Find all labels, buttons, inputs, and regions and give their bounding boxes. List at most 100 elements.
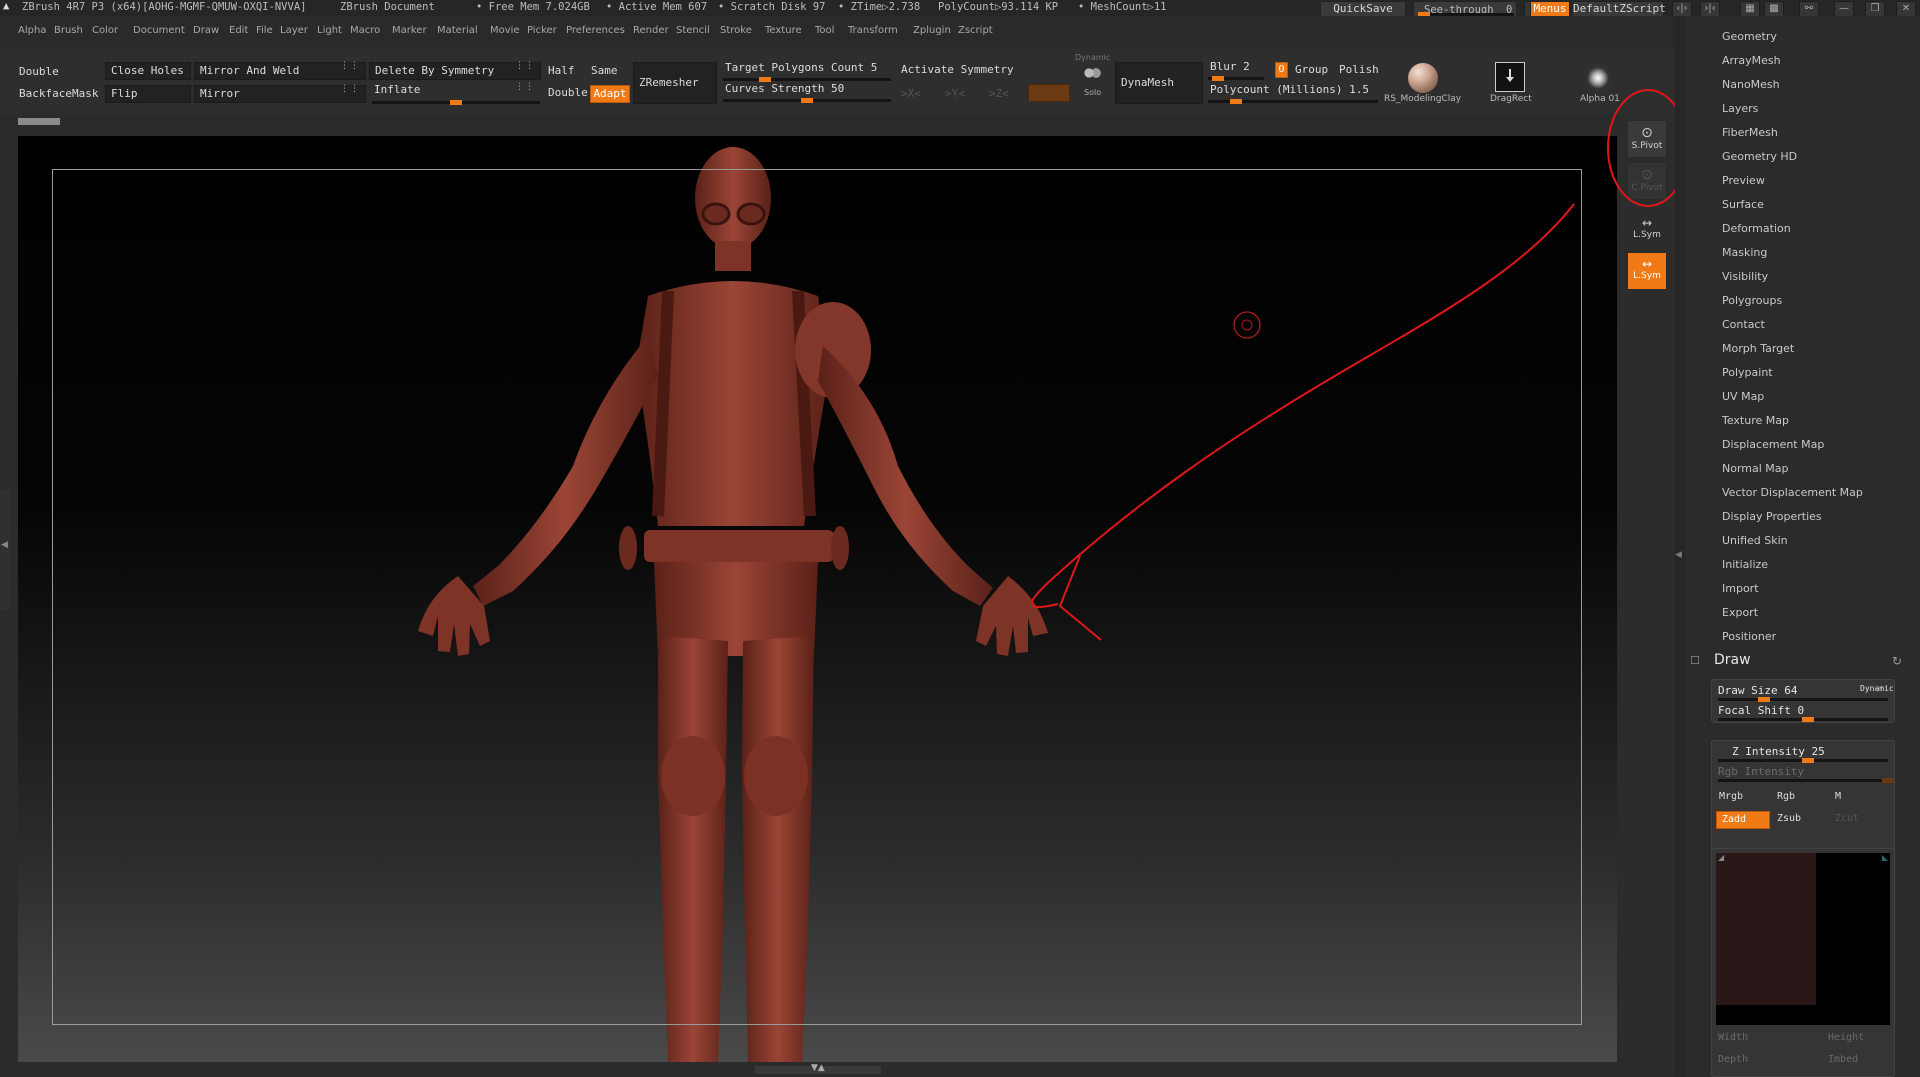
palette-nanomesh[interactable]: NanoMesh xyxy=(1722,78,1780,91)
group-button[interactable]: Group xyxy=(1290,62,1334,80)
menu-file[interactable]: File xyxy=(256,25,273,36)
palette-fibermesh[interactable]: FiberMesh xyxy=(1722,126,1778,139)
zremesher-button[interactable]: ZRemesher xyxy=(633,62,717,104)
width-slider[interactable]: Width xyxy=(1718,1032,1748,1043)
palette-polygroups[interactable]: Polygroups xyxy=(1722,294,1782,307)
menu-movie[interactable]: Movie xyxy=(490,25,520,36)
polycount-millions-slider[interactable]: Polycount (Millions) 1.5 xyxy=(1205,82,1381,100)
focal-shift-slider[interactable]: Focal Shift 0 xyxy=(1718,704,1804,717)
menu-picker[interactable]: Picker xyxy=(527,25,557,36)
menu-marker[interactable]: Marker xyxy=(392,25,427,36)
rgb-button[interactable]: Rgb xyxy=(1772,789,1828,807)
close-icon[interactable]: ✕ xyxy=(1896,1,1916,17)
radial-symmetry-button[interactable] xyxy=(1028,84,1070,102)
left-tray-toggle[interactable]: ◀ xyxy=(0,490,10,610)
default-zscript-button[interactable]: DefaultZScript xyxy=(1572,1,1666,17)
bottom-tray-toggle[interactable]: ▼▲ xyxy=(755,1063,881,1074)
layout-icon-1[interactable]: ▦ xyxy=(1740,1,1760,17)
palette-contact[interactable]: Contact xyxy=(1722,318,1765,331)
arrows-collapse-icon[interactable]: ›|‹ xyxy=(1700,1,1720,17)
palette-geometry-hd[interactable]: Geometry HD xyxy=(1722,150,1797,163)
draw-size-slider[interactable]: Draw Size 64 xyxy=(1718,684,1797,697)
menu-transform[interactable]: Transform xyxy=(848,25,898,36)
blur-knob[interactable] xyxy=(1212,76,1224,81)
menu-zscript[interactable]: Zscript xyxy=(958,25,993,36)
menu-render[interactable]: Render xyxy=(633,25,669,36)
focal-shift-knob[interactable] xyxy=(1802,717,1814,722)
menu-preferences[interactable]: Preferences xyxy=(566,25,625,36)
polish-button[interactable]: Polish xyxy=(1334,62,1382,80)
palette-visibility[interactable]: Visibility xyxy=(1722,270,1768,283)
height-slider[interactable]: Height xyxy=(1828,1032,1864,1043)
menu-color[interactable]: Color xyxy=(92,25,118,36)
group-toggle[interactable]: O xyxy=(1275,62,1288,78)
inflate-options-icon[interactable]: ⋮⋮ xyxy=(515,82,535,92)
palette-export[interactable]: Export xyxy=(1722,606,1758,619)
blur-slider[interactable]: Blur 2 xyxy=(1205,59,1273,77)
palette-unified-skin[interactable]: Unified Skin xyxy=(1722,534,1788,547)
dynamic-toggle[interactable]: Dynamic xyxy=(1860,684,1894,693)
quicksave-button[interactable]: QuickSave xyxy=(1320,1,1406,17)
palette-layers[interactable]: Layers xyxy=(1722,102,1758,115)
menu-macro[interactable]: Macro xyxy=(350,25,380,36)
solo-icon[interactable] xyxy=(1082,66,1102,80)
palette-texture-map[interactable]: Texture Map xyxy=(1722,414,1789,427)
z-intensity-knob[interactable] xyxy=(1802,758,1814,763)
depth-slider[interactable]: Depth xyxy=(1718,1054,1748,1065)
mrgb-button[interactable]: Mrgb xyxy=(1714,789,1770,807)
z-intensity-slider[interactable]: Z Intensity 25 xyxy=(1732,745,1825,758)
brush-preview-thumbnail[interactable]: ◢ ◣ xyxy=(1716,853,1890,1025)
rgb-intensity-knob[interactable] xyxy=(1882,778,1894,783)
palette-initialize[interactable]: Initialize xyxy=(1722,558,1768,571)
target-polygons-count-slider[interactable]: Target Polygons Count 5 xyxy=(720,60,892,78)
palette-vector-displacement-map[interactable]: Vector Displacement Map xyxy=(1722,486,1863,499)
local-symmetry-active-button[interactable]: ↔ L.Sym xyxy=(1627,252,1667,290)
same-button[interactable]: Same xyxy=(586,63,626,81)
palette-surface[interactable]: Surface xyxy=(1722,198,1764,211)
material-sphere-icon[interactable] xyxy=(1408,63,1438,93)
restore-icon[interactable]: ❐ xyxy=(1865,1,1885,17)
palette-splitter[interactable]: ◀ xyxy=(1675,16,1685,1077)
m-button[interactable]: M xyxy=(1830,789,1886,807)
dynamesh-button[interactable]: DynaMesh xyxy=(1115,62,1203,104)
rgb-intensity-slider[interactable]: Rgb Intensity xyxy=(1718,765,1804,778)
palette-deformation[interactable]: Deformation xyxy=(1722,222,1791,235)
menu-material[interactable]: Material xyxy=(437,25,478,36)
menus-button[interactable]: Menus xyxy=(1530,1,1570,17)
arrows-expand-icon[interactable]: ‹|› xyxy=(1672,1,1692,17)
menu-draw[interactable]: Draw xyxy=(193,25,219,36)
refresh-icon[interactable]: ↻ xyxy=(1892,654,1902,668)
layout-icon-2[interactable]: ▩ xyxy=(1764,1,1784,17)
symmetry-z-button[interactable]: >Z< xyxy=(984,86,1024,104)
palette-masking[interactable]: Masking xyxy=(1722,246,1767,259)
palette-display-properties[interactable]: Display Properties xyxy=(1722,510,1822,523)
menu-light[interactable]: Light xyxy=(317,25,342,36)
backface-mask-button[interactable]: BackfaceMask xyxy=(14,86,102,104)
curves-strength-knob[interactable] xyxy=(801,98,813,103)
double-button[interactable]: Double xyxy=(14,64,102,82)
menu-document[interactable]: Document xyxy=(133,25,185,36)
zadd-button[interactable]: Zadd xyxy=(1716,811,1770,829)
menu-stroke[interactable]: Stroke xyxy=(720,25,752,36)
menu-layer[interactable]: Layer xyxy=(280,25,308,36)
adapt-button[interactable]: Adapt xyxy=(590,85,630,103)
curves-strength-slider[interactable]: Curves Strength 50 xyxy=(720,81,892,99)
lock-icon[interactable]: ⚯ xyxy=(1799,1,1819,17)
draw-palette-title[interactable]: Draw xyxy=(1714,652,1751,668)
symmetry-x-button[interactable]: >X< xyxy=(896,86,936,104)
palette-uv-map[interactable]: UV Map xyxy=(1722,390,1764,403)
palette-positioner[interactable]: Positioner xyxy=(1722,630,1776,643)
symmetry-y-button[interactable]: >Y< xyxy=(940,86,980,104)
inflate-knob[interactable] xyxy=(450,100,462,105)
polycount-knob[interactable] xyxy=(1230,99,1242,104)
menu-brush[interactable]: Brush xyxy=(54,25,83,36)
zsub-button[interactable]: Zsub xyxy=(1772,811,1828,829)
palette-geometry[interactable]: Geometry xyxy=(1722,30,1777,43)
stroke-dragrect-icon[interactable] xyxy=(1495,62,1525,92)
zcut-button[interactable]: Zcut xyxy=(1830,811,1886,829)
close-holes-button[interactable]: Close Holes xyxy=(105,62,191,80)
palette-import[interactable]: Import xyxy=(1722,582,1759,595)
delete-by-symmetry-options-icon[interactable]: ⋮⋮ xyxy=(515,61,535,71)
document-tab-indicator[interactable] xyxy=(18,118,60,125)
double-density-button[interactable]: Double xyxy=(543,85,588,103)
